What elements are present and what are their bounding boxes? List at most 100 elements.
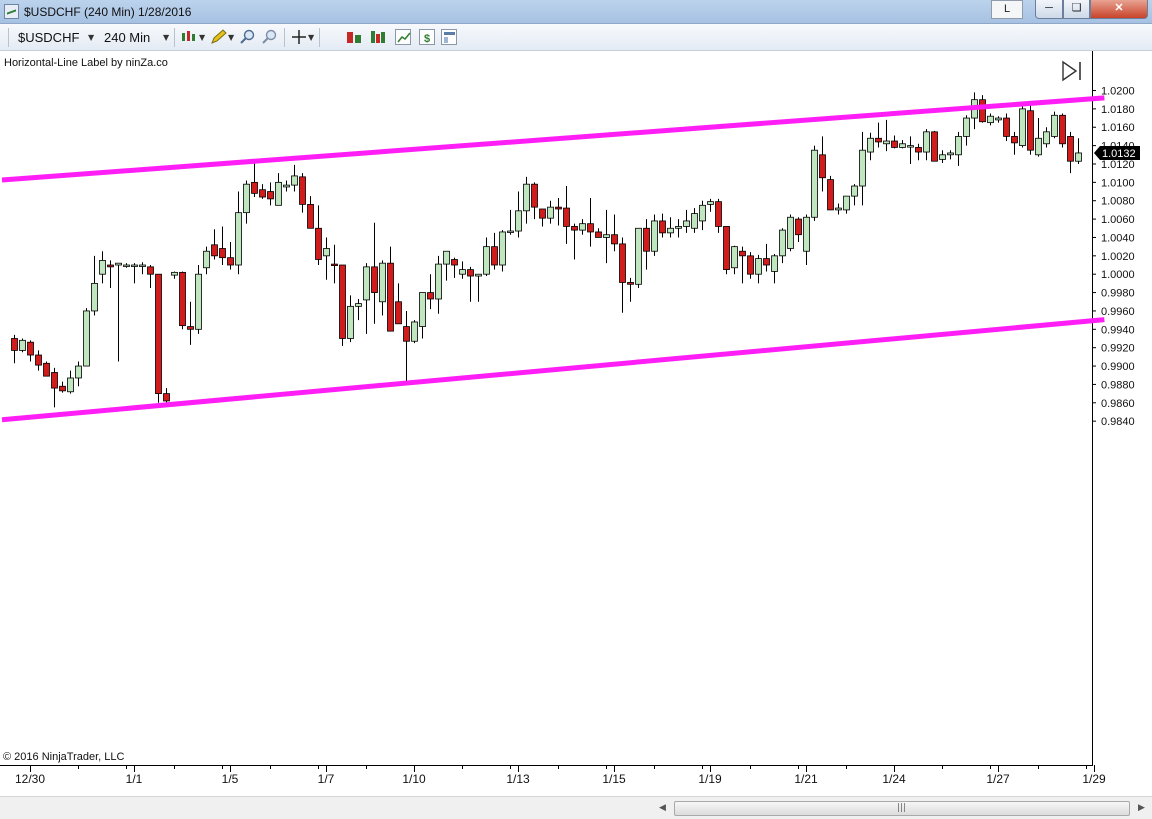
dollar-icon[interactable]: $ [419, 29, 435, 45]
link-button[interactable]: L [991, 0, 1023, 19]
candle-body [171, 271, 178, 276]
time-axis[interactable]: 12/30 1/1 1/5 1/7 1/10 1/13 1/15 1/19 1/21 1/24 1/… [0, 765, 1106, 786]
window-title: $USDCHF (240 Min) 1/28/2016 [24, 5, 192, 19]
candle-body [739, 250, 746, 257]
candle-body [107, 264, 114, 268]
scroll-left-icon[interactable]: ◀ [659, 803, 666, 813]
price-chart[interactable]: 1.02001.01801.01601.01401.01201.01001.00… [0, 51, 1152, 796]
candle-up [475, 273, 482, 302]
candle-body [67, 377, 74, 393]
candle-body [115, 262, 122, 266]
chevron-down-icon[interactable]: ▼ [308, 33, 314, 42]
candle-down [611, 214, 618, 252]
candlestick-icon[interactable] [181, 29, 197, 45]
candle-down [1011, 131, 1018, 155]
zoom-out-icon[interactable] [261, 29, 277, 45]
candle-up [1075, 138, 1082, 164]
y-tick-label: 1.0020 [1101, 251, 1135, 263]
indicators-icon[interactable] [370, 29, 386, 45]
candle-up [99, 251, 106, 284]
chevron-down-icon[interactable]: ▼ [199, 33, 205, 42]
x-tick-label: 1/27 [986, 772, 1010, 786]
candle-body [147, 266, 154, 275]
x-tick-label: 1/21 [794, 772, 818, 786]
candle-body [787, 216, 794, 249]
candle-body [715, 201, 722, 227]
candle-up [731, 245, 738, 275]
candle-body [675, 226, 682, 229]
data-series-icon[interactable] [395, 29, 411, 45]
candle-up [963, 115, 970, 146]
candle-down [491, 232, 498, 270]
candle-up [955, 131, 962, 166]
candle-body [803, 216, 810, 252]
x-tick-label: 1/7 [318, 772, 335, 786]
candle-down [467, 266, 474, 302]
candle-down [403, 310, 410, 383]
candle-up [75, 361, 82, 387]
candle-body [419, 292, 426, 327]
title-bar[interactable]: $USDCHF (240 Min) 1/28/2016 L ─ ❏ ✕ [0, 0, 1152, 24]
interval-selector[interactable]: 240 Min [104, 30, 150, 45]
indicator-label: Horizontal-Line Label by ninZa.co [4, 57, 168, 69]
instrument-selector[interactable]: $USDCHF [18, 30, 79, 45]
candle-down [715, 198, 722, 233]
scroll-to-end-icon[interactable] [1060, 60, 1086, 82]
close-icon[interactable]: ✕ [1090, 0, 1148, 19]
candle-body [1067, 136, 1074, 162]
y-tick-label: 1.0120 [1101, 159, 1135, 171]
y-tick-label: 1.0160 [1101, 122, 1135, 134]
candle-body [603, 234, 610, 238]
candle-down [59, 381, 66, 393]
candle-up [355, 298, 362, 321]
chevron-down-icon[interactable]: ▼ [228, 33, 234, 42]
x-tick-label: 1/13 [506, 772, 530, 786]
candle-body [779, 229, 786, 257]
candle-body [387, 262, 394, 332]
properties-icon[interactable] [441, 29, 457, 45]
candle-up [867, 132, 874, 161]
candle-body [619, 243, 626, 283]
candle-down [747, 252, 754, 279]
candle-body [83, 310, 90, 367]
candle-body [75, 365, 82, 379]
candle-down [227, 242, 234, 270]
channel-lines[interactable] [1, 95, 1105, 423]
scrollbar-thumb[interactable]: ||| [674, 801, 1130, 816]
candle-up [699, 200, 706, 231]
candle-body [427, 292, 434, 300]
chevron-down-icon[interactable]: ▼ [88, 33, 94, 42]
candle-body [507, 230, 514, 233]
strategy-icon[interactable] [346, 29, 362, 45]
crosshair-icon[interactable] [291, 29, 307, 45]
candle-body [1075, 152, 1082, 162]
candle-body [259, 189, 266, 198]
candle-up [683, 209, 690, 233]
candle-down [51, 367, 58, 408]
candle-body [235, 212, 242, 266]
x-tick-label: 1/1 [126, 772, 143, 786]
candle-up [667, 217, 674, 238]
candle-up [603, 209, 610, 264]
candle-up [523, 176, 530, 224]
candle-down [107, 260, 114, 288]
candle-down [627, 277, 634, 302]
candle-body [323, 248, 330, 257]
candle-up [83, 308, 90, 367]
pencil-icon[interactable] [210, 29, 227, 45]
candle-up [947, 150, 954, 160]
horizontal-scrollbar[interactable]: ◀ ||| ▶ [0, 796, 1152, 819]
candle-body [243, 183, 250, 214]
candle-body [483, 246, 490, 275]
candle-up [883, 119, 890, 152]
candle-down [163, 388, 170, 403]
candle-down [371, 222, 378, 324]
candle-up [691, 208, 698, 233]
maximize-icon[interactable]: ❏ [1063, 0, 1090, 19]
candle-up [419, 292, 426, 339]
chevron-down-icon[interactable]: ▼ [163, 33, 169, 42]
zoom-in-icon[interactable] [239, 29, 255, 45]
minimize-icon[interactable]: ─ [1035, 0, 1063, 19]
candle-body [843, 195, 850, 211]
scroll-right-icon[interactable]: ▶ [1138, 803, 1145, 813]
